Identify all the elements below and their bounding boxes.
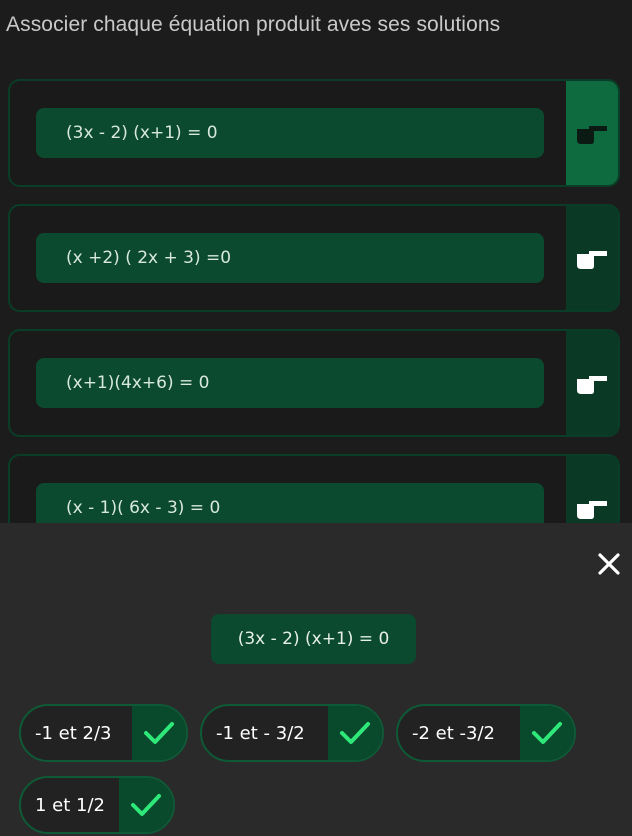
check-icon: [131, 794, 161, 816]
choice-label: -1 et - 3/2: [216, 722, 305, 744]
close-button[interactable]: [594, 549, 624, 579]
close-icon: [598, 553, 620, 575]
equation-handle[interactable]: [566, 81, 618, 185]
choice-label: -2 et -3/2: [412, 722, 495, 744]
pointing-hand-icon: [577, 376, 607, 394]
equation-card-3[interactable]: (x+1)(4x+6) = 0: [8, 329, 620, 437]
choice-check[interactable]: [328, 706, 382, 760]
choice-label: 1 et 1/2: [35, 794, 105, 816]
instruction-title: Associer chaque équation produit aves se…: [6, 13, 501, 36]
choice-option-1[interactable]: -1 et 2/3: [19, 704, 188, 762]
choice-option-2[interactable]: -1 et - 3/2: [200, 704, 384, 762]
equation-handle[interactable]: [566, 331, 618, 435]
equation-label: (3x - 2) (x+1) = 0: [36, 108, 544, 158]
check-icon: [340, 722, 370, 744]
equation-label: (x +2) ( 2x + 3) =0: [36, 233, 544, 283]
check-icon: [532, 722, 562, 744]
pointing-hand-icon: [577, 251, 607, 269]
choice-option-3[interactable]: -2 et -3/2: [396, 704, 576, 762]
choice-option-4[interactable]: 1 et 1/2: [19, 776, 175, 834]
equation-card-1[interactable]: (3x - 2) (x+1) = 0: [8, 79, 620, 187]
choice-check[interactable]: [520, 706, 574, 760]
check-icon: [144, 722, 174, 744]
selected-equation: (3x - 2) (x+1) = 0: [211, 614, 416, 664]
equation-handle[interactable]: [566, 206, 618, 310]
equation-label: (x+1)(4x+6) = 0: [36, 358, 544, 408]
pointing-hand-icon: [577, 126, 607, 144]
equation-card-2[interactable]: (x +2) ( 2x + 3) =0: [8, 204, 620, 312]
choice-label: -1 et 2/3: [35, 722, 112, 744]
answer-sheet: (3x - 2) (x+1) = 0 -1 et 2/3 -1 et - 3/2…: [0, 523, 632, 836]
choice-check[interactable]: [119, 778, 173, 832]
choice-check[interactable]: [132, 706, 186, 760]
pointing-hand-icon: [577, 501, 607, 519]
